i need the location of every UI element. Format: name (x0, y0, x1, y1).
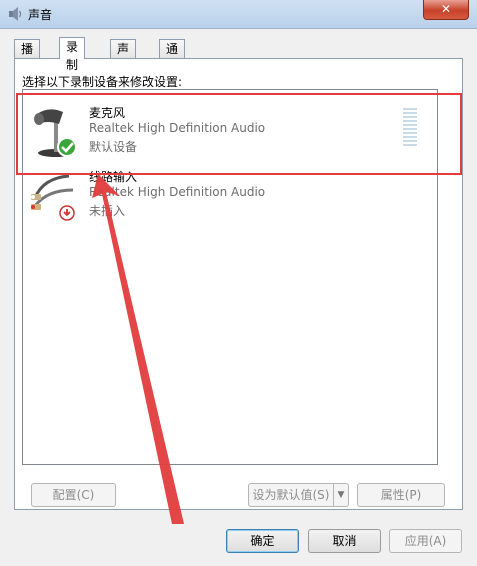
ok-button[interactable]: 确定 (226, 529, 299, 553)
set-default-button[interactable]: 设为默认值(S) (248, 483, 334, 507)
close-button[interactable]: ✕ (423, 0, 469, 20)
set-default-dropdown-icon[interactable]: ▼ (333, 483, 349, 507)
tab-sounds[interactable]: 声音 (110, 39, 137, 74)
device-status: 未插入 (89, 204, 126, 218)
tab-communications[interactable]: 通信 (159, 39, 186, 74)
cancel-button[interactable]: 取消 (308, 529, 381, 553)
window-title: 声音 (28, 8, 53, 22)
line-in-cable-icon (31, 174, 75, 221)
properties-button[interactable]: 属性(P) (357, 483, 445, 507)
speaker-icon (9, 7, 22, 21)
apply-button[interactable]: 应用(A) (389, 529, 462, 553)
tab-recording[interactable]: 录制 (59, 37, 86, 72)
title-bar: 声音 ✕ (0, 0, 477, 29)
tab-playback[interactable]: 播放 (14, 39, 41, 74)
instruction-text: 选择以下录制设备来修改设置: (22, 75, 183, 89)
annotation-highlight-box (16, 93, 462, 175)
configure-button[interactable]: 配置(C) (31, 483, 116, 507)
device-driver: Realtek High Definition Audio (89, 185, 266, 199)
